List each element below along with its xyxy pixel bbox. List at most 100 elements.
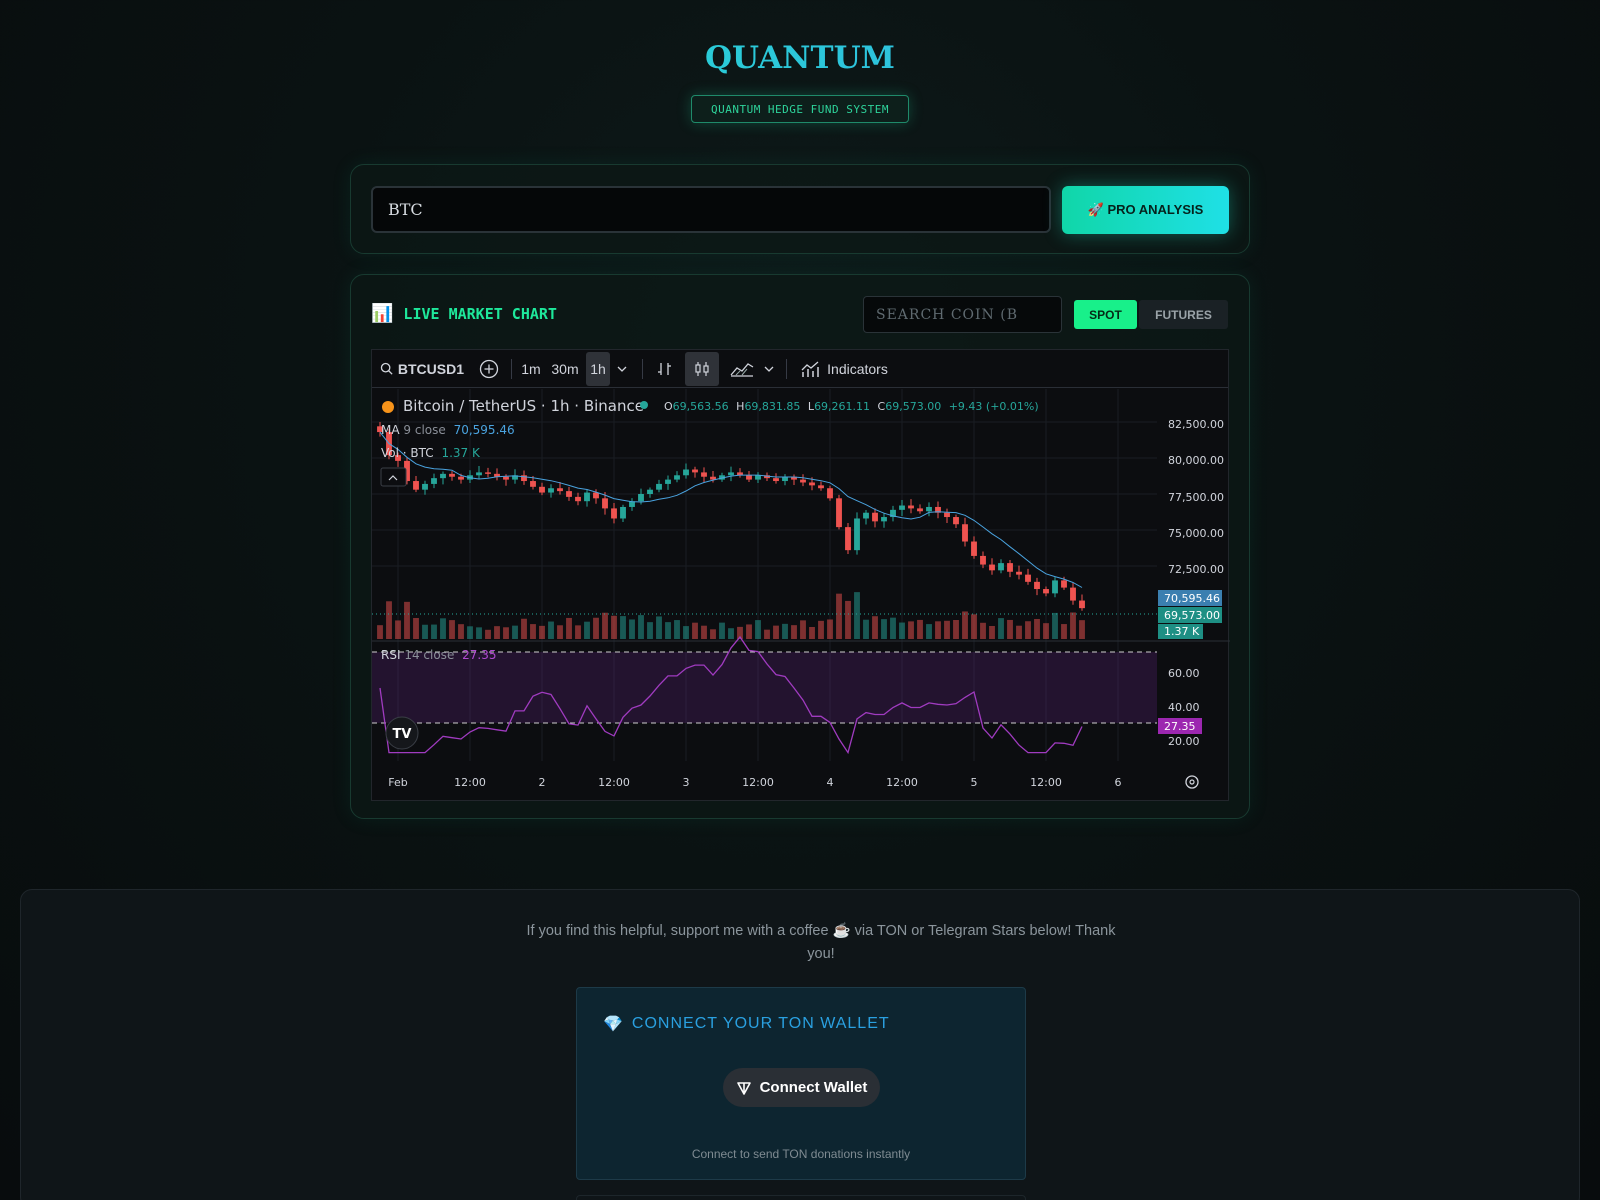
candle-body [908, 505, 914, 509]
candle-body [566, 491, 572, 497]
rsi-tick: 40.00 [1168, 701, 1200, 714]
volume-bar [782, 623, 788, 639]
candle-body [476, 472, 482, 476]
volume-bar [728, 628, 734, 639]
volume-bar [800, 620, 806, 639]
candle-body [539, 486, 545, 493]
compare-symbol-button[interactable] [476, 350, 502, 388]
candle-body [1061, 580, 1067, 588]
volume-bar [872, 616, 878, 639]
candle-body [584, 492, 590, 502]
time-tick: 12:00 [454, 776, 486, 789]
volume-bar [746, 624, 752, 639]
volume-bar [881, 619, 887, 639]
time-axis: Feb 12:00 2 12:00 3 12:00 4 12:00 5 12:0… [388, 776, 1121, 789]
volume-bar [827, 619, 833, 639]
bar-chart-icon: 📊 [371, 303, 394, 324]
ma-params: 9 close [403, 423, 445, 437]
indicators-button[interactable]: Indicators [796, 350, 892, 388]
volume-bar [845, 600, 851, 639]
candle-body [953, 517, 959, 525]
volume-badge-text: 1.37 K [1164, 625, 1200, 638]
volume-bar [548, 621, 554, 639]
volume-bar [953, 619, 959, 639]
volume-bar [620, 616, 626, 639]
tradingview-widget: BTCUSD1 1m 30m 1h Indicators 82,500.00 8… [371, 349, 1230, 801]
candles [377, 422, 1085, 611]
futures-mode-button[interactable]: FUTURES [1139, 300, 1228, 329]
ohlc-h-value: 69,831.85 [744, 400, 800, 413]
bitcoin-icon [382, 401, 394, 413]
candle-body [1052, 580, 1058, 594]
coin-search-input[interactable] [863, 296, 1062, 333]
interval-dropdown[interactable] [613, 350, 631, 388]
tradingview-logo-icon[interactable]: TV [385, 716, 419, 750]
symbol-search-button[interactable]: BTCUSD1 [380, 350, 464, 388]
volume-bar [656, 616, 662, 639]
candle-body [872, 512, 878, 522]
toolbar-divider [511, 359, 512, 379]
candle-body [1070, 587, 1076, 601]
volume-bar [503, 627, 509, 639]
chart-panel-title: 📊 LIVE MARKET CHART [371, 303, 557, 324]
price-tick: 80,000.00 [1168, 454, 1224, 467]
candle-body [845, 527, 851, 551]
volume-bar [1052, 612, 1058, 639]
candle-body [881, 517, 887, 522]
rsi-band [372, 652, 1157, 723]
volume-bar [809, 626, 815, 639]
spot-mode-button[interactable]: SPOT [1074, 300, 1137, 329]
interval-1h[interactable]: 1h [586, 352, 610, 386]
area-style-button[interactable] [727, 350, 757, 388]
interval-30m[interactable]: 30m [548, 350, 582, 388]
volume-bar [818, 620, 824, 639]
time-tick: 6 [1115, 776, 1122, 789]
pro-analysis-button[interactable]: 🚀 PRO ANALYSIS [1062, 186, 1229, 234]
volume-bar [647, 622, 653, 639]
candle-body [728, 472, 734, 476]
volume-bar [638, 615, 644, 639]
pair-label: Bitcoin / TetherUS · 1h · Binance [403, 397, 644, 415]
volume-bar [917, 619, 923, 639]
volume-bar [899, 622, 905, 639]
ma-label: MA [381, 423, 400, 437]
time-tick: 12:00 [1030, 776, 1062, 789]
volume-bar [971, 614, 977, 639]
candle-body [683, 469, 689, 476]
volume-bar [1025, 621, 1031, 639]
candle-body [674, 475, 680, 480]
candlestick-chart[interactable]: 82,500.00 80,000.00 77,500.00 75,000.00 … [372, 389, 1230, 801]
ohlc-readout: O69,563.56 H69,831.85 L69,261.11 C69,573… [664, 400, 1039, 413]
bars-icon [658, 363, 671, 375]
ohlc-o-value: 69,563.56 [673, 400, 729, 413]
candle-body [863, 512, 869, 519]
candle-body [962, 524, 968, 542]
time-tick: 2 [539, 776, 546, 789]
time-tick: Feb [388, 776, 407, 789]
settings-icon[interactable] [1185, 775, 1199, 789]
candle-body [413, 481, 419, 490]
volume-bar [773, 625, 779, 639]
interval-1m[interactable]: 1m [518, 350, 544, 388]
volume-bar [719, 622, 725, 639]
candle-style-button[interactable] [685, 352, 719, 386]
symbol-input[interactable] [371, 186, 1051, 233]
volume-bar [629, 619, 635, 639]
volume-legend: Vol · BTC 1.37 K [381, 446, 481, 460]
candle-body [809, 482, 815, 486]
brand-subtitle-badge: QUANTUM HEDGE FUND SYSTEM [691, 95, 909, 123]
candle-body [665, 479, 671, 484]
connect-wallet-button[interactable]: Connect Wallet [723, 1068, 880, 1107]
search-panel: 🚀 PRO ANALYSIS [350, 164, 1250, 254]
candle-body [1016, 571, 1022, 575]
candle-body [944, 512, 950, 518]
volume-bar [908, 621, 914, 639]
chart-style-dropdown[interactable] [760, 350, 778, 388]
volume-bar [764, 629, 770, 639]
search-icon [380, 362, 393, 375]
candle-body [746, 475, 752, 480]
time-tick: 12:00 [742, 776, 774, 789]
bar-style-button[interactable] [652, 350, 678, 388]
volume-bar [521, 618, 527, 639]
candle-body [656, 483, 662, 490]
